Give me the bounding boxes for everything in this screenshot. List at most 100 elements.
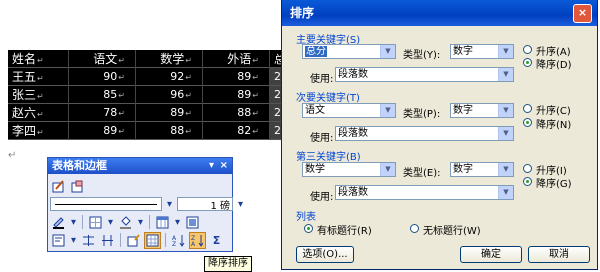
sort-ascending-icon[interactable]: AZ [170, 232, 187, 249]
chevron-down-icon[interactable]: ▾ [69, 232, 78, 249]
cell-math[interactable]: 89↵ [135, 103, 203, 122]
chevron-down-icon[interactable]: ▾ [235, 196, 246, 213]
secondary-descending-label[interactable]: 降序(N) [536, 116, 571, 131]
tables-borders-toolbar: 表格和边框 ▾ × ▾ 1 磅 ▾ ▾ ▾ ▾ ▾ ▾ A Z Z A Σ [47, 157, 243, 252]
chevron-down-icon[interactable]: ▼ [498, 186, 513, 199]
toolbar-close-icon[interactable]: × [220, 158, 228, 174]
secondary-ascending-label[interactable]: 升序(C) [536, 102, 571, 117]
has-header-radio[interactable] [304, 224, 313, 233]
chevron-down-icon[interactable]: ▼ [498, 127, 513, 140]
third-use-select[interactable]: 段落数 ▼ [335, 185, 514, 200]
cell-math[interactable]: 92↵ [135, 67, 203, 86]
chevron-down-icon[interactable]: ▼ [498, 163, 513, 176]
sort-descending-icon[interactable]: ZA [189, 231, 206, 249]
distribute-columns-icon[interactable] [99, 232, 116, 249]
third-use-label: 使用: [310, 192, 334, 203]
secondary-type-select[interactable]: 数字 ▼ [450, 103, 514, 118]
toolbar-row-3: ▾ ▾ ▾ ▾ [50, 213, 201, 231]
distribute-rows-icon[interactable] [80, 232, 97, 249]
close-icon[interactable]: × [573, 4, 592, 23]
insert-table-icon[interactable] [154, 214, 171, 231]
cell-math[interactable]: 96↵ [135, 85, 203, 104]
cell-name[interactable]: 王五↵ [8, 67, 69, 86]
header-cell-name[interactable]: 姓名↵ [8, 50, 69, 68]
chevron-down-icon[interactable]: ▾ [136, 214, 145, 231]
toolbar-row-4: ▾ AZ ZA Σ [50, 231, 225, 249]
third-type-select[interactable]: 数字 ▼ [450, 162, 514, 177]
chevron-down-icon[interactable]: ▾ [164, 196, 175, 213]
cell-name[interactable]: 李四↵ [8, 121, 69, 140]
align-icon[interactable] [50, 232, 67, 249]
third-ascending-radio[interactable] [523, 164, 532, 173]
chevron-down-icon[interactable]: ▼ [380, 163, 395, 176]
draw-table-icon[interactable] [50, 178, 67, 195]
toolbar-row-2: ▾ 1 磅 ▾ [50, 195, 246, 213]
chevron-down-icon[interactable]: ▼ [380, 104, 395, 117]
third-key-select[interactable]: 数学 ▼ [302, 162, 396, 177]
primary-use-label: 使用: [310, 74, 334, 85]
chevron-down-icon[interactable]: ▾ [69, 214, 78, 231]
cell-name[interactable]: 张三↵ [8, 85, 69, 104]
toolbar-menu-icon[interactable]: ▾ [209, 158, 214, 174]
primary-ascending-radio[interactable] [523, 45, 532, 54]
chevron-down-icon[interactable]: ▼ [498, 104, 513, 117]
chevron-down-icon[interactable]: ▼ [498, 68, 513, 81]
score-table: 姓名↵ 语文↵ 数学↵ 外语↵ 总分 王五↵ 90↵ 92↵ 89↵ 280.0… [8, 50, 311, 140]
primary-use-select[interactable]: 段落数 ▼ [335, 67, 514, 82]
header-cell-math[interactable]: 数学↵ [135, 50, 203, 68]
primary-descending-label[interactable]: 降序(D) [536, 56, 572, 71]
cell-english[interactable]: 89↵ [202, 85, 270, 104]
secondary-ascending-radio[interactable] [523, 104, 532, 113]
secondary-key-select[interactable]: 语文 ▼ [302, 103, 396, 118]
table-row: 王五↵ 90↵ 92↵ 89↵ 280.0 [8, 67, 311, 86]
ok-button[interactable]: 确定 [460, 246, 522, 263]
dialog-title-bar[interactable]: 排序 × [282, 0, 597, 26]
primary-key-select[interactable]: 总分 ▼ [302, 44, 396, 59]
table-row: 赵六↵ 78↵ 89↵ 88↵ 264 [8, 103, 311, 122]
autosum-icon[interactable]: Σ [208, 232, 225, 249]
line-weight-dropdown[interactable]: 1 磅 [177, 197, 233, 212]
cancel-button[interactable]: 取消 [528, 246, 590, 263]
shading-color-icon[interactable] [117, 214, 134, 231]
dialog-title: 排序 [290, 6, 315, 20]
cell-chinese[interactable]: 90↵ [68, 67, 136, 86]
cell-english[interactable]: 88↵ [202, 103, 270, 122]
third-descending-label[interactable]: 降序(G) [536, 175, 572, 190]
cell-english[interactable]: 82↵ [202, 121, 270, 140]
header-cell-chinese[interactable]: 语文↵ [68, 50, 136, 68]
border-color-icon[interactable] [50, 214, 67, 231]
chevron-down-icon[interactable]: ▾ [173, 214, 182, 231]
toolbar-separator [149, 215, 150, 229]
secondary-use-label: 使用: [310, 133, 334, 144]
has-header-label[interactable]: 有标题行(R) [317, 222, 372, 237]
autoformat-icon[interactable] [125, 232, 142, 249]
cell-english[interactable]: 89↵ [202, 67, 270, 86]
svg-text:A: A [191, 241, 196, 247]
cell-chinese[interactable]: 85↵ [68, 85, 136, 104]
chevron-down-icon[interactable]: ▼ [380, 45, 395, 58]
toolbar-title-bar[interactable]: 表格和边框 ▾ × [48, 158, 232, 174]
line-style-dropdown[interactable] [50, 197, 162, 211]
borders-icon[interactable] [87, 214, 104, 231]
table-header-row: 姓名↵ 语文↵ 数学↵ 外语↵ 总分 [8, 50, 311, 68]
third-descending-radio[interactable] [523, 177, 532, 186]
cell-chinese[interactable]: 89↵ [68, 121, 136, 140]
eraser-icon[interactable] [69, 178, 86, 195]
cell-chinese[interactable]: 78↵ [68, 103, 136, 122]
primary-descending-radio[interactable] [523, 58, 532, 67]
primary-type-select[interactable]: 数字 ▼ [450, 44, 514, 59]
chevron-down-icon[interactable]: ▼ [498, 45, 513, 58]
options-button[interactable]: 选项(O)... [296, 246, 354, 263]
secondary-use-select[interactable]: 段落数 ▼ [335, 126, 514, 141]
no-header-radio[interactable] [410, 224, 419, 233]
toolbar-separator [120, 233, 121, 247]
svg-text:Z: Z [172, 241, 176, 247]
merge-cells-icon[interactable] [184, 214, 201, 231]
cell-name[interactable]: 赵六↵ [8, 103, 69, 122]
header-cell-english[interactable]: 外语↵ [202, 50, 270, 68]
chevron-down-icon[interactable]: ▾ [106, 214, 115, 231]
secondary-descending-radio[interactable] [523, 118, 532, 127]
no-header-label[interactable]: 无标题行(W) [423, 222, 481, 237]
cell-math[interactable]: 88↵ [135, 121, 203, 140]
show-gridlines-icon[interactable] [144, 231, 161, 249]
